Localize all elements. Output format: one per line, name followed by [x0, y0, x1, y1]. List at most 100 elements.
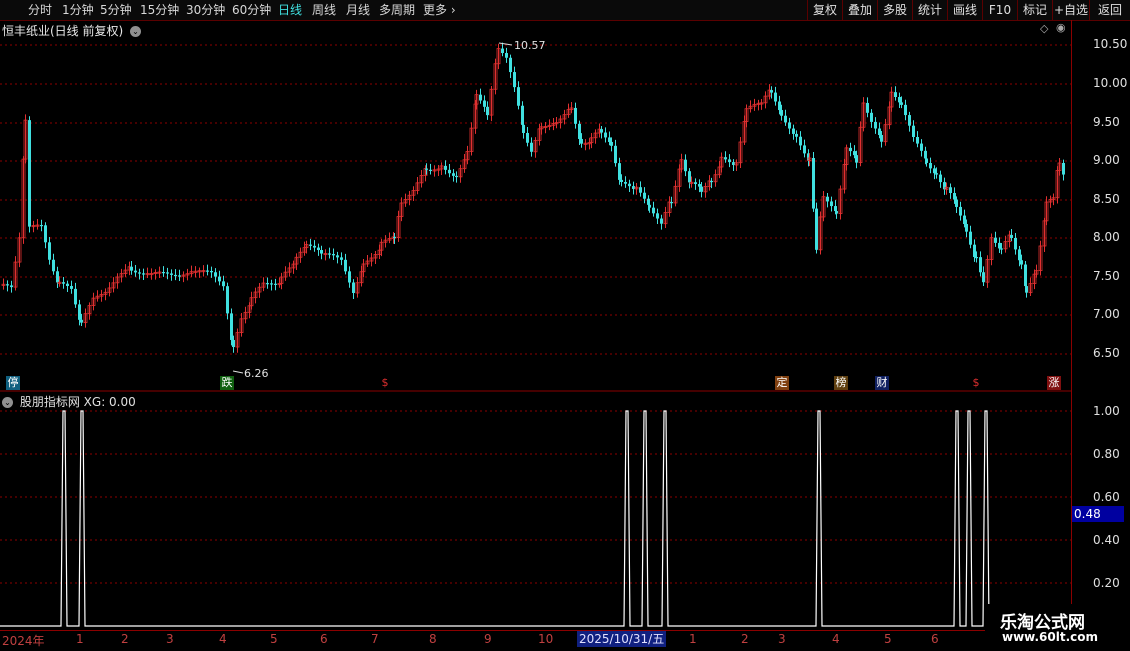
candle-body	[610, 141, 613, 146]
candle-body	[652, 207, 655, 214]
candle-body	[1014, 237, 1017, 250]
candle-body	[66, 283, 69, 286]
candle-body	[178, 275, 181, 277]
indicator-value: XG: 0.00	[83, 395, 136, 409]
event-marker-ding[interactable]: 定	[775, 376, 789, 390]
candle-body	[784, 115, 787, 123]
candle-body	[517, 87, 520, 106]
indicator-tick: 0.20	[1093, 576, 1120, 590]
candle-body	[48, 242, 51, 260]
event-marker-dollar-2[interactable]: $	[969, 376, 983, 390]
candle-body	[894, 92, 897, 97]
candle-body	[62, 282, 65, 284]
candle-body	[352, 282, 355, 293]
candle-body	[448, 169, 451, 174]
low-arrow	[232, 370, 244, 374]
candle-body	[40, 225, 43, 227]
candle-body	[788, 122, 791, 129]
candle-body	[979, 257, 982, 273]
candle-body	[908, 115, 911, 126]
candle-body	[780, 110, 783, 116]
candle-body	[648, 204, 651, 208]
candle-body	[628, 183, 631, 187]
candle-body	[313, 245, 316, 248]
candle-body	[874, 121, 877, 129]
candle-body	[878, 128, 881, 135]
candle-body	[959, 206, 962, 216]
candle-body	[452, 173, 455, 176]
date-label: 7	[371, 632, 379, 646]
candle-body	[210, 271, 213, 273]
candle-body	[656, 213, 659, 219]
candle-body	[10, 285, 13, 288]
candle-body	[929, 162, 932, 169]
candle-body	[218, 276, 221, 282]
event-marker-bang[interactable]: 榜	[834, 376, 848, 390]
candle-body	[52, 259, 55, 272]
candle-body	[866, 102, 869, 113]
candle-body	[80, 319, 83, 323]
candle-body	[578, 123, 581, 139]
indicator-title: ⌄ 股朋指标网 XG: 0.00	[2, 393, 136, 410]
event-marker-halt[interactable]: 停	[6, 376, 20, 390]
candle-body	[855, 155, 858, 163]
candle-body	[618, 163, 621, 180]
candle-body	[830, 201, 833, 207]
candle-body	[266, 283, 269, 285]
candle-body	[222, 281, 225, 287]
candle-body	[344, 259, 347, 272]
event-marker-dollar[interactable]: $	[378, 376, 392, 390]
price-tick: 7.50	[1093, 269, 1120, 283]
candle-body	[74, 288, 77, 305]
chevron-down-icon[interactable]: ⌄	[2, 397, 13, 408]
date-label: 3	[778, 632, 786, 646]
candle-body	[728, 159, 731, 163]
candle-body	[994, 237, 997, 243]
date-label: 4	[219, 632, 227, 646]
candle-body	[963, 215, 966, 225]
candle-body	[78, 304, 81, 320]
candle-body	[670, 202, 673, 204]
event-marker-cai[interactable]: 财	[875, 376, 889, 390]
candle-body	[975, 256, 978, 259]
date-label: 5	[270, 632, 278, 646]
candle-body	[835, 211, 838, 214]
candle-body	[608, 137, 611, 142]
candle-body	[130, 266, 133, 271]
candle-body	[393, 236, 396, 239]
candle-body	[486, 106, 489, 116]
candle-body	[643, 192, 646, 199]
selected-date: 2025/10/31/五	[577, 631, 667, 647]
candle-body	[660, 218, 663, 224]
candle-body	[1025, 286, 1028, 293]
candle-body	[880, 134, 883, 142]
candle-body	[920, 143, 923, 151]
candle-body	[799, 136, 802, 146]
date-label: 1	[76, 632, 84, 646]
indicator-tick: 0.40	[1093, 533, 1120, 547]
candle-body	[455, 175, 458, 178]
date-label: 4	[832, 632, 840, 646]
watermark-url: www.60lt.com	[1002, 630, 1099, 644]
date-label: 2024年	[2, 634, 45, 648]
kline-chart[interactable]	[0, 0, 1130, 650]
candle-body	[134, 270, 137, 273]
candle-body	[770, 90, 773, 93]
candle-body	[6, 284, 9, 286]
candle-body	[943, 182, 946, 190]
candle-body	[348, 271, 351, 283]
event-marker-zhang[interactable]: 涨	[1047, 376, 1061, 390]
candle-body	[170, 273, 173, 275]
candle-body	[898, 96, 901, 103]
date-label: 9	[484, 632, 492, 646]
candle-body	[870, 112, 873, 122]
indicator-tick: 0.60	[1093, 490, 1120, 504]
candle-body	[317, 247, 320, 251]
candle-body	[56, 271, 59, 283]
candle-body	[982, 272, 985, 283]
candle-body	[955, 199, 958, 207]
candle-body	[425, 168, 428, 170]
event-marker-drop[interactable]: 跌	[220, 376, 234, 390]
date-label: 2	[121, 632, 129, 646]
candle-body	[953, 193, 956, 200]
